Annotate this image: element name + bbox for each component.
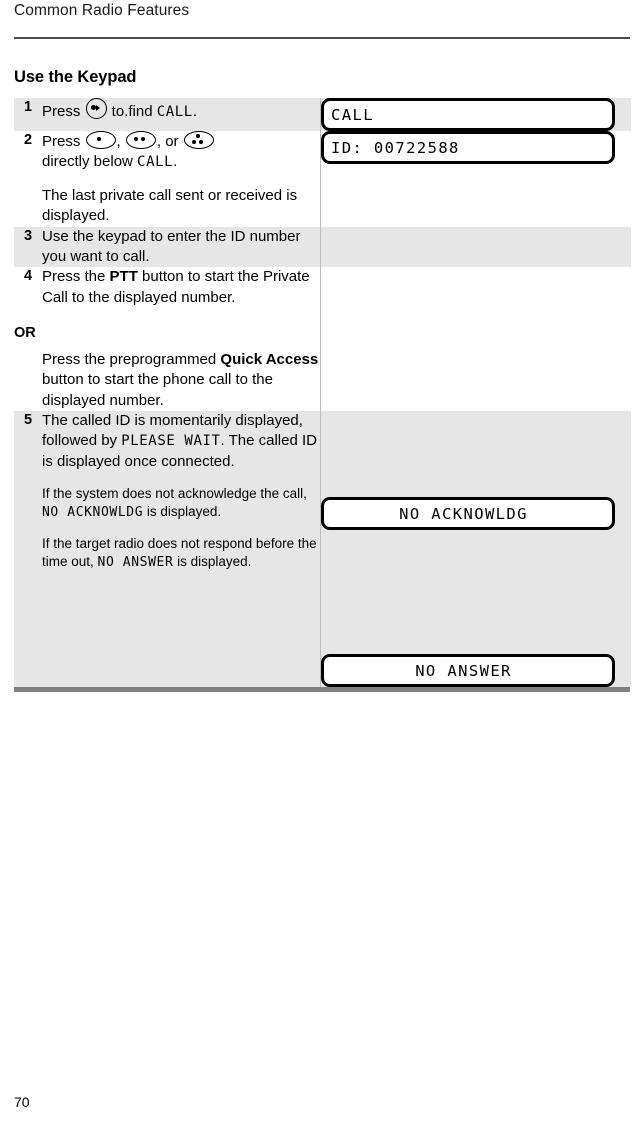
procedure-table: 1 Press to.find CALL. CALL 2 Press , , o…: [14, 98, 631, 688]
step-number: 2: [14, 131, 42, 227]
step-instruction: Use the keypad to enter the ID number yo…: [42, 226, 321, 268]
step-display-cell: NO ACKNOWLDG NO ANSWER: [320, 411, 631, 688]
no-acknowldg-lcd-label: NO ACKNOWLDG: [42, 505, 144, 521]
page-title: Use the Keypad: [14, 68, 137, 86]
step2-sep-2: , or: [156, 133, 183, 150]
radio-display-screen: CALL: [321, 98, 615, 131]
oval-one-dot-button-icon: [85, 131, 116, 149]
ptt-button-label: PTT: [109, 268, 138, 286]
table-row: 3 Use the keypad to enter the ID number …: [14, 226, 631, 268]
document-page: Common Radio Features Use the Keypad 1 P…: [0, 0, 644, 1125]
step1-text-before: Press: [42, 103, 85, 120]
step4-p1-a: Press the: [42, 268, 110, 286]
radio-display-text: CALL: [331, 105, 374, 124]
step-display-cell: CALL: [320, 98, 631, 131]
or-divider-label: OR: [14, 325, 36, 342]
step-number: 3: [14, 226, 42, 268]
running-header: Common Radio Features: [14, 2, 190, 19]
step2-paragraph-2: The last private call sent or received i…: [42, 186, 298, 225]
step-instruction: Press , , or directly below CALL. The la…: [42, 131, 321, 227]
step5-p3-b: is displayed.: [173, 553, 252, 569]
step5-p2-b: is displayed.: [143, 504, 222, 520]
step-display-cell: [320, 267, 631, 412]
header-rule: [14, 37, 630, 39]
radio-display-text: NO ACKNOWLDG: [399, 504, 528, 523]
step-instruction: The called ID is momentarily displayed, …: [42, 411, 321, 688]
oval-two-dot-button-icon: [125, 131, 156, 149]
page-number: 70: [14, 1094, 30, 1110]
step3-paragraph-1: Use the keypad to enter the ID number yo…: [42, 227, 301, 265]
quick-access-button-label: Quick Access: [220, 350, 319, 368]
radio-display-screen-no-acknowldg: NO ACKNOWLDG: [321, 497, 615, 531]
step-number: 1: [14, 98, 42, 131]
table-bottom-rule: [14, 687, 630, 692]
step4-p2-b: button to start the phone call to the di…: [42, 371, 273, 409]
step2-lead: Press: [42, 133, 85, 150]
radio-display-text: ID: 00722588: [331, 138, 460, 157]
radio-display-text: NO ANSWER: [415, 661, 512, 680]
table-row: 5 The called ID is momentarily displayed…: [14, 411, 631, 688]
step1-text-after: to.find: [107, 103, 157, 120]
step-display-cell: ID: 00722588: [320, 131, 631, 227]
oval-three-dot-button-icon: [183, 131, 214, 149]
step-number: 5: [14, 411, 42, 688]
step2-line2-before: directly below: [42, 153, 138, 171]
step4-p2-a: Press the preprogrammed: [42, 350, 221, 368]
table-row: 4 Press the PTT button to start the Priv…: [14, 267, 631, 412]
step-instruction: Press the PTT button to start the Privat…: [14, 267, 321, 412]
table-row: 2 Press , , or directly below CALL. The …: [14, 131, 631, 227]
step-instruction: Press to.find CALL.: [42, 98, 321, 131]
table-row: 1 Press to.find CALL. CALL: [14, 98, 631, 131]
please-wait-lcd-label: PLEASE WAIT: [121, 433, 221, 450]
radio-display-screen: ID: 00722588: [321, 131, 615, 164]
round-select-button-icon: [85, 98, 107, 119]
step2-inline-lcd-label: CALL: [137, 154, 174, 171]
no-answer-lcd-label: NO ANSWER: [97, 554, 174, 570]
step2-line2-after: .: [173, 153, 178, 171]
step-display-cell: [320, 226, 631, 268]
step1-text-end: .: [192, 103, 198, 120]
step2-sep-1: ,: [116, 133, 125, 150]
step1-inline-lcd-label: CALL: [156, 104, 193, 120]
radio-display-screen-no-answer: NO ANSWER: [321, 654, 615, 688]
step5-p2-a: If the system does not acknowledge the c…: [42, 486, 307, 502]
